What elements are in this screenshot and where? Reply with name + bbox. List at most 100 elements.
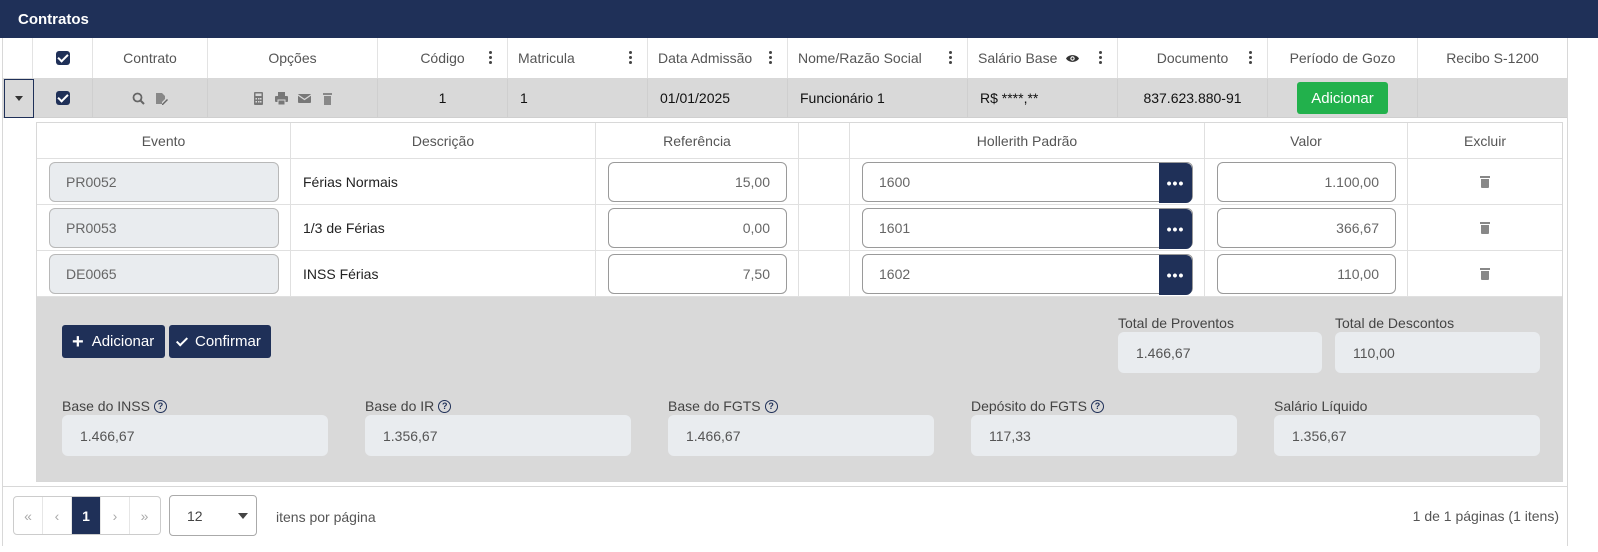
events-header-excluir: Excluir <box>1408 123 1562 159</box>
row-recibo <box>1418 79 1567 117</box>
chevron-down-icon <box>238 513 248 519</box>
row-periodo-gozo: Adicionar <box>1268 79 1418 117</box>
row-select-cell <box>33 79 93 117</box>
help-icon[interactable]: ? <box>153 399 167 413</box>
header-salario-base[interactable]: Salário Base <box>968 38 1118 78</box>
total-proventos-label: Total de Proventos <box>1118 315 1234 331</box>
confirm-button[interactable]: Confirmar <box>169 325 271 358</box>
add-periodo-button[interactable]: Adicionar <box>1297 82 1388 114</box>
base-fgts-field: 1.466,67 <box>668 415 934 456</box>
more-options-icon[interactable]: ••• <box>1159 163 1192 203</box>
row-contrato-actions <box>93 79 208 117</box>
page-title: Contratos <box>0 0 1598 38</box>
page-1-button[interactable]: 1 <box>72 497 101 534</box>
last-page-button[interactable]: » <box>130 497 159 534</box>
base-ir-field: 1.356,67 <box>365 415 631 456</box>
row-matricula: 1 <box>508 79 648 117</box>
header-data-admissao[interactable]: Data Admissão <box>648 38 788 78</box>
select-all-cell <box>33 38 93 78</box>
base-inss-label: Base do INSS? <box>62 398 167 414</box>
row-detail-panel: Evento Descrição Referência Hollerith Pa… <box>36 122 1563 482</box>
help-icon[interactable]: ? <box>1090 399 1104 413</box>
edit-document-icon[interactable] <box>155 92 168 105</box>
grid-header: Contrato Opções Código Matricula Data Ad… <box>3 38 1567 79</box>
row-nome: Funcionário 1 <box>788 79 968 117</box>
table-row: 1 1 01/01/2025 Funcionário 1 R$ ****,** … <box>3 79 1567 118</box>
header-contrato[interactable]: Contrato <box>93 38 208 78</box>
delete-icon[interactable] <box>1480 222 1490 234</box>
row-documento: 837.623.880-91 <box>1118 79 1268 117</box>
event-code-field: PR0053 <box>49 208 279 248</box>
deposito-fgts-field: 117,33 <box>971 415 1237 456</box>
header-documento[interactable]: Documento <box>1118 38 1268 78</box>
valor-input[interactable]: 1.100,00 <box>1217 162 1396 202</box>
referencia-input[interactable]: 7,50 <box>608 254 787 294</box>
data-admissao-column-menu-icon[interactable] <box>769 51 773 65</box>
event-code-field: DE0065 <box>49 254 279 294</box>
event-row: PR0052 Férias Normais 15,00 1600 ••• 1.10… <box>37 159 1562 205</box>
row-expand-toggle[interactable] <box>4 79 34 118</box>
event-description: Férias Normais <box>291 159 596 205</box>
hollerith-input[interactable]: 1602 ••• <box>862 254 1193 295</box>
total-descontos-field: 110,00 <box>1335 332 1540 373</box>
salario-liquido-field: 1.356,67 <box>1274 415 1540 456</box>
pagination-summary: 1 de 1 páginas (1 itens) <box>1412 508 1559 524</box>
header-nome[interactable]: Nome/Razão Social <box>788 38 968 78</box>
search-icon[interactable] <box>132 92 145 105</box>
delete-icon[interactable] <box>1480 268 1490 280</box>
base-fgts-label: Base do FGTS? <box>668 398 778 414</box>
header-matricula[interactable]: Matricula <box>508 38 648 78</box>
codigo-column-menu-icon[interactable] <box>489 51 493 65</box>
row-codigo: 1 <box>378 79 508 117</box>
valor-input[interactable]: 366,67 <box>1217 208 1396 248</box>
header-opcoes: Opções <box>208 38 378 78</box>
pagination-controls: « ‹ 1 › » <box>13 496 161 535</box>
events-header-hollerith: Hollerith Padrão <box>850 123 1205 159</box>
help-icon[interactable]: ? <box>764 399 778 413</box>
base-ir-label: Base do IR? <box>365 398 452 414</box>
total-descontos-label: Total de Descontos <box>1335 315 1455 331</box>
prev-page-button[interactable]: ‹ <box>43 497 72 534</box>
header-codigo[interactable]: Código <box>378 38 508 78</box>
events-header-valor: Valor <box>1205 123 1408 159</box>
mail-icon[interactable] <box>297 92 311 105</box>
add-event-button[interactable]: + Adicionar <box>62 325 165 358</box>
salario-liquido-label: Salário Líquido <box>1274 398 1368 414</box>
more-options-icon[interactable]: ••• <box>1159 209 1192 249</box>
hollerith-input[interactable]: 1600 ••• <box>862 162 1193 203</box>
plus-icon: + <box>72 330 84 353</box>
referencia-input[interactable]: 15,00 <box>608 162 787 202</box>
first-page-button[interactable]: « <box>14 497 43 534</box>
events-header-descricao: Descrição <box>291 123 596 159</box>
events-header-spacer <box>799 123 850 159</box>
nome-column-menu-icon[interactable] <box>949 51 953 65</box>
items-per-page-label: itens por página <box>276 509 376 525</box>
row-opcoes <box>208 79 378 117</box>
event-row: DE0065 INSS Férias 7,50 1602 ••• 110,00 <box>37 251 1562 297</box>
row-data-admissao: 01/01/2025 <box>648 79 788 117</box>
delete-icon[interactable] <box>1480 176 1490 188</box>
print-icon[interactable] <box>274 91 288 105</box>
next-page-button[interactable]: › <box>101 497 130 534</box>
trash-icon[interactable] <box>321 92 334 105</box>
eye-icon[interactable] <box>1065 53 1080 64</box>
select-all-checkbox[interactable] <box>55 51 70 65</box>
hollerith-input[interactable]: 1601 ••• <box>862 208 1193 249</box>
pagination-bar: « ‹ 1 › » 12 itens por página 1 de 1 pág… <box>3 486 1567 546</box>
matricula-column-menu-icon[interactable] <box>629 51 633 65</box>
base-inss-field: 1.466,67 <box>62 415 328 456</box>
help-icon[interactable]: ? <box>438 399 452 413</box>
row-checkbox[interactable] <box>55 91 70 105</box>
calculator-icon[interactable] <box>252 91 265 105</box>
event-code-field: PR0052 <box>49 162 279 202</box>
page-size-select[interactable]: 12 <box>169 495 257 536</box>
events-table: Evento Descrição Referência Hollerith Pa… <box>37 123 1562 297</box>
events-header-evento: Evento <box>37 123 291 159</box>
salario-column-menu-icon[interactable] <box>1099 51 1103 65</box>
referencia-input[interactable]: 0,00 <box>608 208 787 248</box>
event-row: PR0053 1/3 de Férias 0,00 1601 ••• 366,67 <box>37 205 1562 251</box>
valor-input[interactable]: 110,00 <box>1217 254 1396 294</box>
more-options-icon[interactable]: ••• <box>1159 255 1192 295</box>
documento-column-menu-icon[interactable] <box>1249 51 1253 65</box>
event-description: INSS Férias <box>291 251 596 297</box>
